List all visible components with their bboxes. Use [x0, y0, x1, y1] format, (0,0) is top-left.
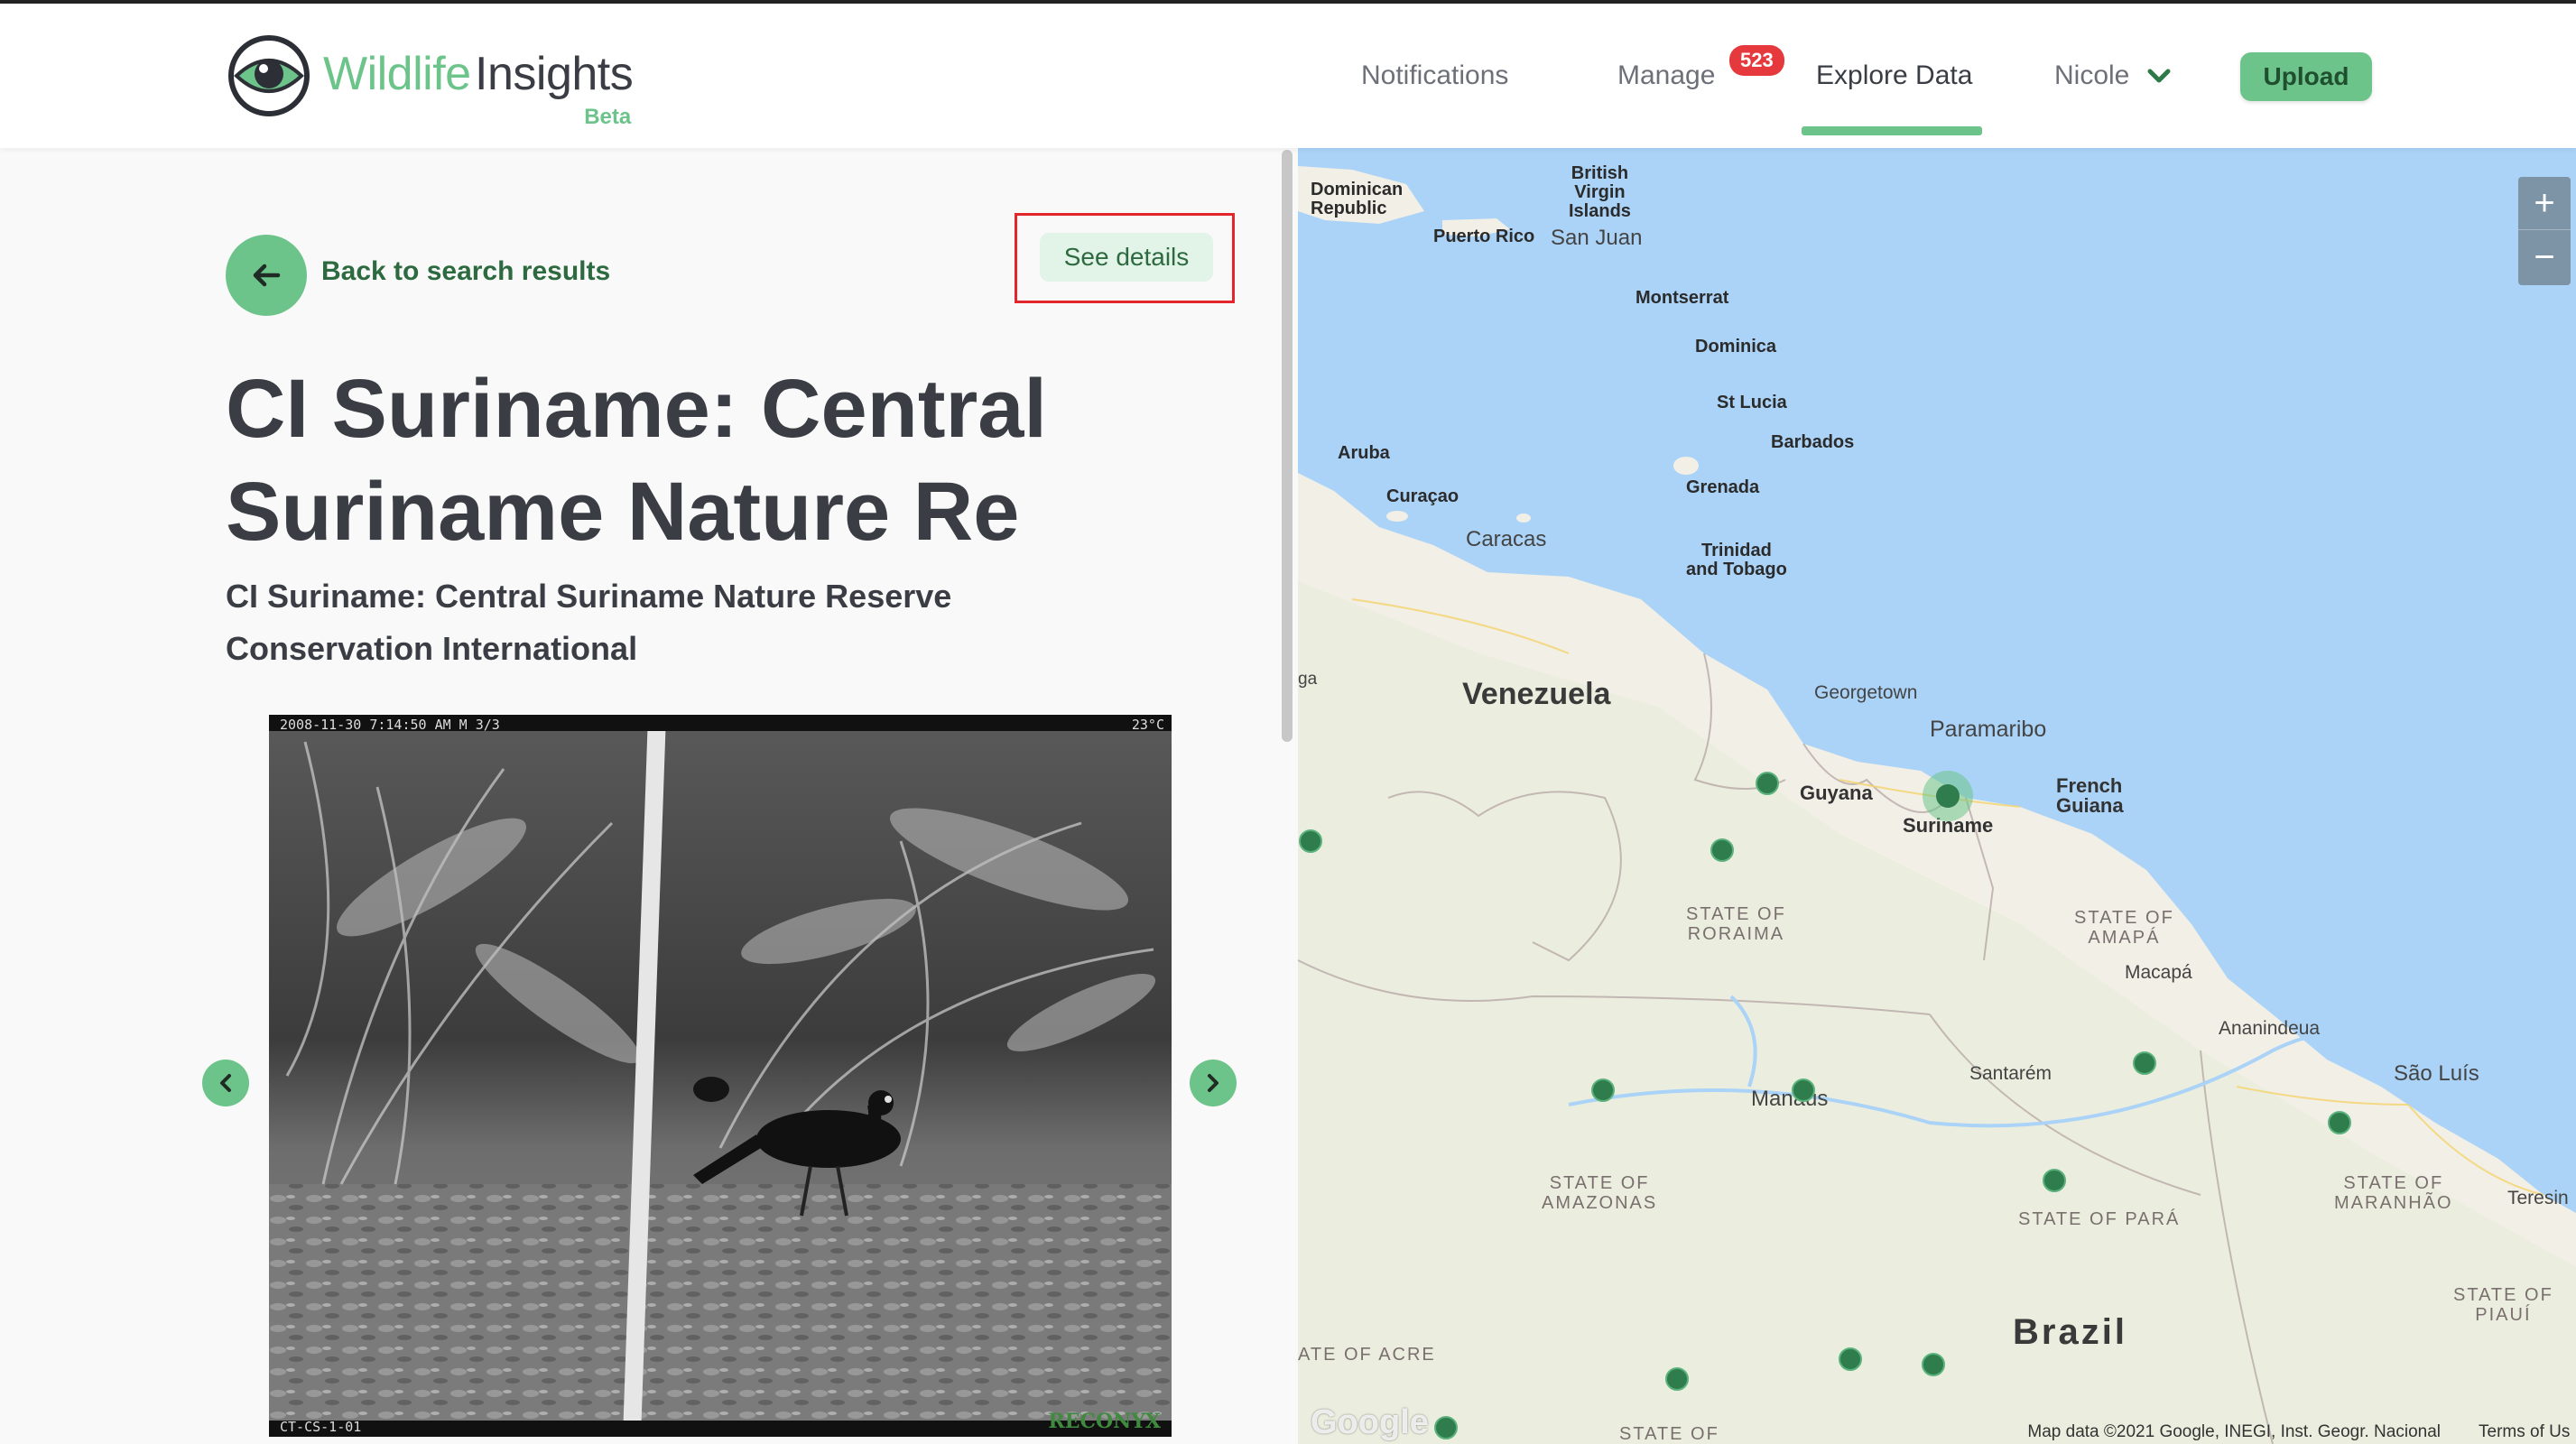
map-label-caracas: Caracas — [1466, 527, 1547, 551]
chevron-right-icon — [1208, 1074, 1219, 1092]
map-label-paramaribo: Paramaribo — [1930, 717, 2047, 742]
logo-word-wildlife: Wildlife — [323, 48, 471, 100]
map-label-state-of: STATE OF — [1619, 1424, 1719, 1444]
map-label-guyana: Guyana — [1800, 782, 1873, 804]
top-navigation-bar: Wildlife Insights Beta Notifications Man… — [0, 4, 2576, 148]
logo-wordmark: Wildlife Insights Beta — [323, 47, 634, 129]
map-label-para: STATE OF PARÁ — [2018, 1209, 2181, 1229]
forest-scene-image — [269, 715, 1172, 1437]
map-label-curacao: Curaçao — [1386, 486, 1459, 506]
map-marker[interactable] — [1299, 829, 1322, 853]
map-marker[interactable] — [1839, 1347, 1862, 1371]
map-marker[interactable] — [1756, 772, 1779, 795]
map-label-st-lucia: St Lucia — [1717, 393, 1787, 412]
project-subtitle: CI Suriname: Central Suriname Nature Res… — [226, 578, 952, 615]
map-marker[interactable] — [1922, 1353, 1945, 1376]
map-marker[interactable] — [1434, 1416, 1458, 1439]
map-label-brazil: Brazil — [2013, 1312, 2127, 1352]
project-title: CI Suriname: Central Suriname Nature Re — [226, 363, 1047, 558]
map-label-text: STATE OF PIAUÍ — [2453, 1285, 2553, 1325]
map-label-ananindeua: Ananindeua — [2219, 1018, 2321, 1039]
map-label-macapa: Macapá — [2125, 962, 2192, 983]
map-marker[interactable] — [1792, 1078, 1815, 1102]
map-label-santarem: Santarém — [1969, 1063, 2052, 1084]
map-label-text: STATE OF AMAZONAS — [1542, 1173, 1658, 1213]
map-label-venezuela: Venezuela — [1462, 677, 1611, 711]
map-label-text: STATE OF AMAPÁ — [2074, 908, 2174, 948]
next-image-button[interactable] — [1190, 1060, 1237, 1106]
map-label-aruba: Aruba — [1338, 443, 1390, 463]
chevron-down-icon — [2147, 69, 2171, 83]
map-marker[interactable] — [1665, 1367, 1689, 1391]
map-label-text: British Virgin Islands — [1569, 163, 1631, 221]
active-tab-indicator — [1802, 126, 1982, 135]
previous-image-button[interactable] — [202, 1060, 249, 1106]
map-marker-selected[interactable] — [1923, 771, 1973, 821]
back-button[interactable] — [226, 235, 307, 316]
manage-count-badge: 523 — [1729, 45, 1784, 76]
map-label-georgetown: Georgetown — [1814, 682, 1918, 703]
map-label-sao-luis: São Luís — [2394, 1061, 2479, 1086]
nav-notifications[interactable]: Notifications — [1361, 4, 1508, 148]
map-label-bvi: British Virgin Islands — [1569, 164, 1631, 221]
upload-button[interactable]: Upload — [2240, 52, 2372, 101]
map-zoom-controls: + − — [2518, 177, 2571, 285]
zoom-in-button[interactable]: + — [2518, 177, 2571, 230]
photo-timestamp: 2008-11-30 7:14:50 AM M 3/3 — [280, 717, 500, 733]
map-terms-link[interactable]: Terms of Us — [2479, 1422, 2576, 1442]
map-label-text: Trinidad and Tobago — [1686, 541, 1787, 579]
map-label-french-guiana: French Guiana — [2056, 776, 2124, 816]
chevron-left-icon — [220, 1074, 231, 1092]
arrow-left-icon — [253, 264, 281, 287]
map-label-teresina: Teresin — [2507, 1188, 2569, 1208]
map-label-ga: ga — [1298, 670, 1318, 689]
map-marker[interactable] — [2043, 1169, 2066, 1192]
logo-word-insights: Insights — [475, 48, 634, 100]
eye-logo-icon — [228, 35, 310, 116]
map-marker[interactable] — [1591, 1078, 1615, 1102]
map-label-maranhao: STATE OF MARANHÃO — [2334, 1173, 2453, 1213]
map-marker[interactable] — [2328, 1111, 2351, 1134]
map-label-text: STATE OF MARANHÃO — [2334, 1173, 2453, 1213]
map-label-dominica: Dominica — [1695, 337, 1777, 356]
camera-brand-watermark: RECONYX — [1048, 1410, 1161, 1433]
map-label-piaui: STATE OF PIAUÍ — [2453, 1285, 2553, 1325]
user-menu[interactable]: Nicole — [2054, 4, 2171, 148]
camera-trap-image: 2008-11-30 7:14:50 AM M 3/3 23°C CT-CS-1… — [269, 715, 1172, 1437]
map-view[interactable]: Dominican Republic British Virgin Island… — [1298, 148, 2576, 1444]
map-marker[interactable] — [1710, 838, 1734, 862]
map-label-grenada: Grenada — [1686, 477, 1760, 497]
map-label-roraima: STATE OF RORAIMA — [1686, 904, 1786, 944]
map-label-trinidad: Trinidad and Tobago — [1686, 542, 1787, 579]
map-label-text: French Guiana — [2056, 774, 2124, 817]
photo-camera-id: CT-CS-1-01 — [280, 1419, 362, 1435]
wildlife-insights-logo[interactable]: Wildlife Insights Beta — [227, 34, 634, 129]
zoom-out-button[interactable]: − — [2518, 231, 2571, 283]
map-label-montserrat: Montserrat — [1635, 288, 1729, 308]
map-label-acre: ATE OF ACRE — [1298, 1345, 1436, 1365]
map-label-manaus: Manaus — [1751, 1087, 1829, 1111]
map-label-puerto-rico: Puerto Rico — [1433, 227, 1535, 246]
map-label-text: Dominican Republic — [1311, 180, 1404, 218]
organization-name: Conservation International — [226, 630, 638, 667]
photo-temperature: 23°C — [1131, 717, 1164, 733]
logo-beta-label: Beta — [584, 105, 632, 129]
back-to-results-link[interactable]: Back to search results — [321, 256, 610, 287]
map-label-amazonas: STATE OF AMAZONAS — [1542, 1173, 1657, 1213]
map-label-san-juan: San Juan — [1551, 226, 1643, 250]
map-attribution: Map data ©2021 Google, INEGI, Inst. Geog… — [2027, 1422, 2441, 1441]
map-label-barbados: Barbados — [1771, 432, 1855, 452]
map-marker[interactable] — [2133, 1051, 2156, 1075]
map-label-text: STATE OF RORAIMA — [1686, 904, 1786, 944]
see-details-button[interactable]: See details — [1040, 233, 1213, 282]
map-label-dominican-republic: Dominican Republic — [1311, 180, 1403, 218]
map-label-amapa: STATE OF AMAPÁ — [2074, 908, 2174, 948]
user-name: Nicole — [2054, 60, 2130, 90]
panel-scrollbar[interactable] — [1282, 150, 1293, 742]
google-logo: Google — [1311, 1403, 1429, 1441]
nav-manage[interactable]: Manage — [1617, 4, 1715, 148]
